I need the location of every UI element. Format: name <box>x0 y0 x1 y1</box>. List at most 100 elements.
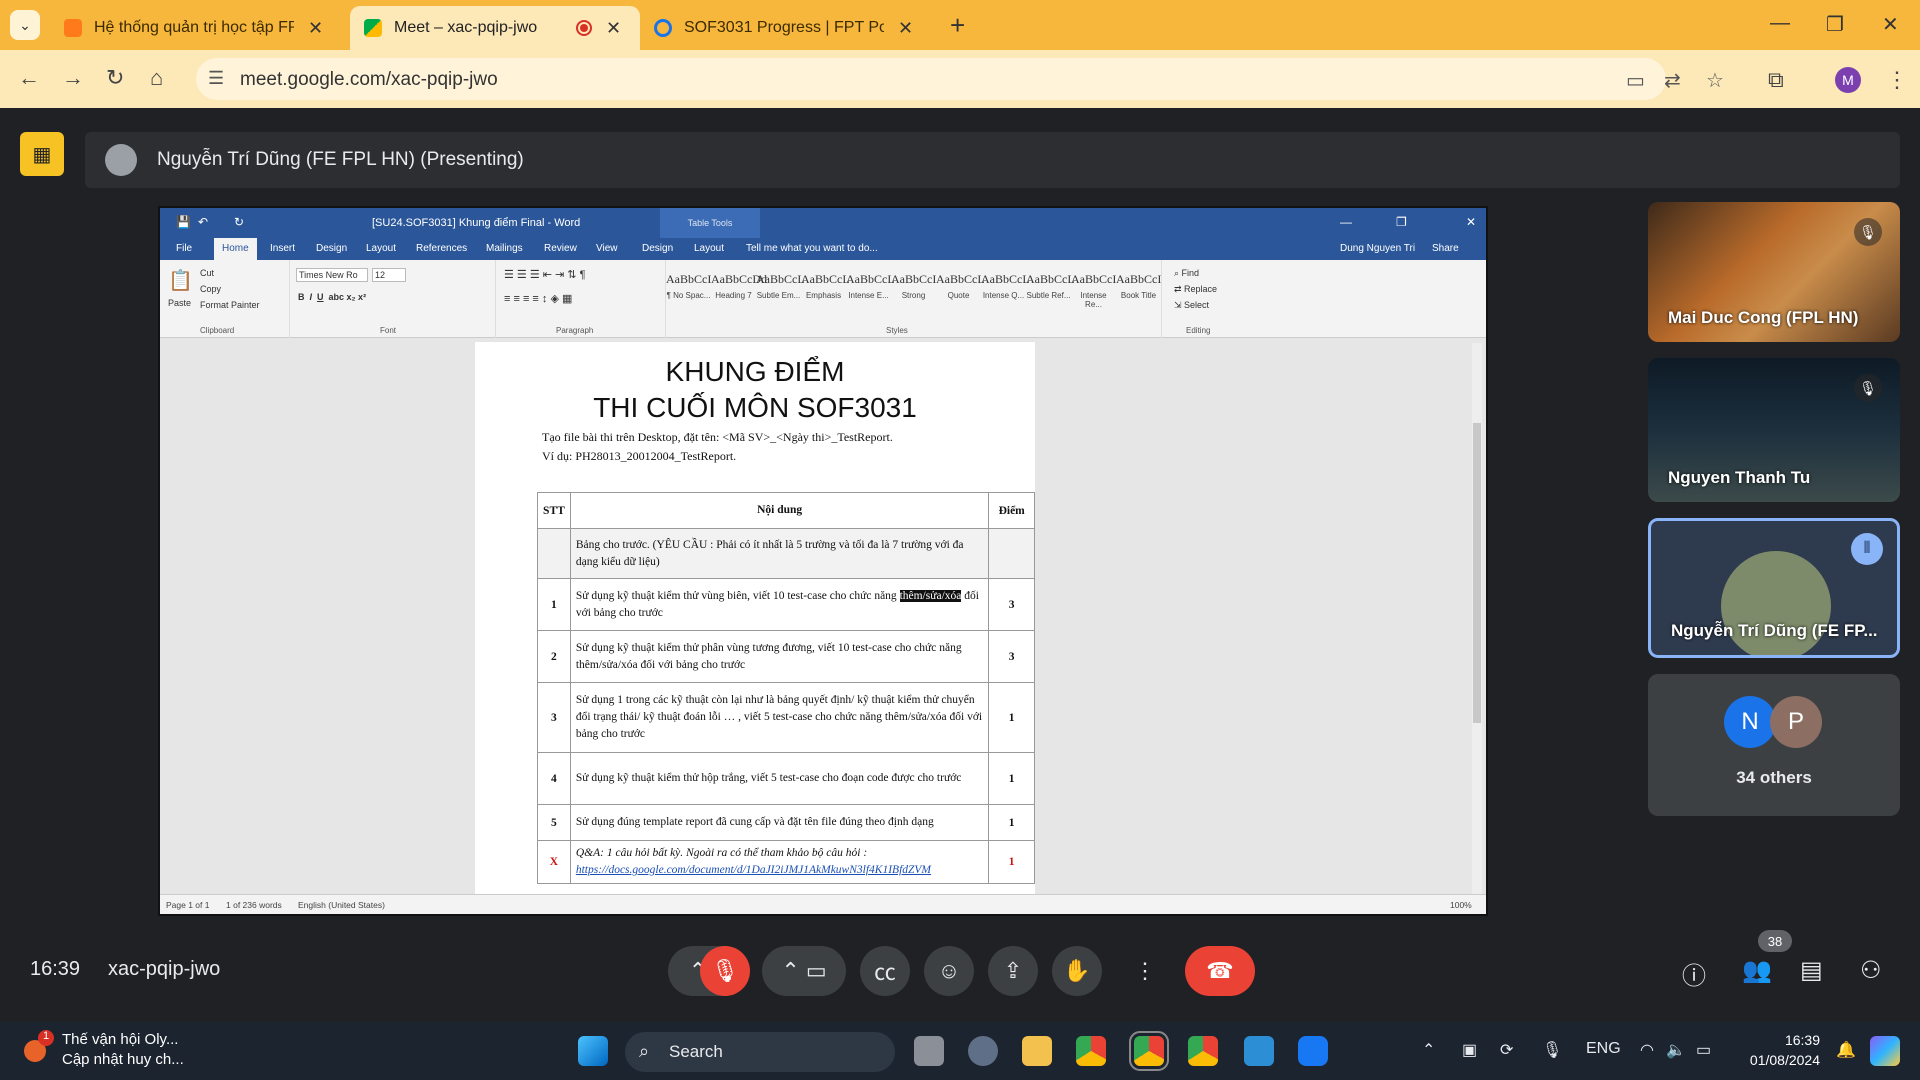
presenter-avatar <box>105 144 137 176</box>
notifications-icon[interactable]: 🔔 <box>1836 1040 1856 1060</box>
mic-off-icon: 🎙 <box>1854 218 1882 246</box>
mic-off-icon: 🎙 <box>711 958 739 983</box>
menu-insert: Insert <box>270 243 296 254</box>
menu-design: Design <box>316 243 348 254</box>
progress-favicon-icon <box>654 19 672 37</box>
site-info-icon[interactable]: ☰ <box>208 68 224 89</box>
tray-app-icon[interactable]: ▣ <box>1462 1040 1477 1060</box>
presentation-icon[interactable]: ▦ <box>20 132 64 176</box>
mic-toggle-button[interactable]: 🎙 <box>700 946 750 996</box>
close-tab-icon[interactable]: ✕ <box>308 18 323 39</box>
save-icon: 💾 <box>176 215 191 229</box>
menu-table-layout: Layout <box>694 243 725 254</box>
close-tab-icon[interactable]: ✕ <box>898 18 913 39</box>
menu-review: Review <box>544 243 577 254</box>
browser-tab-strip: ⌄ Hệ thống quản trị học tập FPT P ✕ Meet… <box>0 0 1920 50</box>
style-preset: AaBbCcL Quote <box>936 272 985 300</box>
participant-tile[interactable]: 🎙 Mai Duc Cong (FPL HN) <box>1648 202 1900 342</box>
word-menu: File Home Insert Design Layout Reference… <box>160 238 1486 260</box>
windows-taskbar: 1 Thế vận hội Oly... Cập nhật huy ch... … <box>0 1022 1920 1080</box>
avatar: P <box>1770 696 1822 748</box>
reload-icon[interactable]: ↻ <box>106 65 124 91</box>
word-minimize-icon: — <box>1340 215 1352 229</box>
browser-toolbar: ← → ↻ ⌂ ☰ meet.google.com/xac-pqip-jwo ▭… <box>0 50 1920 108</box>
wifi-icon[interactable]: ◠ <box>1640 1040 1654 1060</box>
camera-toggle-button[interactable]: ⌃ ▭ <box>762 946 846 996</box>
news-badge: 1 <box>38 1030 54 1046</box>
tab-progress[interactable]: SOF3031 Progress | FPT Polytec ✕ <box>640 6 940 50</box>
meeting-clock: 16:39 <box>30 958 81 980</box>
chat-icon[interactable]: ▤ <box>1800 956 1823 985</box>
camera-icon[interactable]: ▭ <box>1626 68 1645 93</box>
chevron-up-icon[interactable]: ⌃ <box>1422 1040 1435 1060</box>
chevron-down-icon: ⌄ <box>19 16 31 33</box>
presenter-bar: Nguyễn Trí Dũng (FE FPL HN) (Presenting) <box>85 132 1900 188</box>
participant-tile[interactable]: 🎙 Nguyen Thanh Tu <box>1648 358 1900 502</box>
menu-home: Home <box>214 238 257 260</box>
table-row: Bảng cho trước. (YÊU CẦU : Phải có ít nh… <box>537 528 1035 579</box>
tab-search-button[interactable]: ⌄ <box>10 10 40 40</box>
url-text: meet.google.com/xac-pqip-jwo <box>240 69 498 90</box>
others-tile[interactable]: N P 34 others <box>1648 674 1900 816</box>
tab-meet[interactable]: Meet – xac-pqip-jwo ✕ <box>350 6 640 50</box>
profile-avatar[interactable]: M <box>1835 67 1861 93</box>
word-close-icon: ✕ <box>1466 215 1477 229</box>
chrome-profile-icon[interactable] <box>1188 1036 1218 1066</box>
minimize-icon[interactable]: — <box>1770 12 1790 35</box>
more-options-button[interactable]: ⋮ <box>1120 946 1170 996</box>
participant-avatar <box>1721 551 1831 655</box>
tab-lms[interactable]: Hệ thống quản trị học tập FPT P ✕ <box>50 6 350 50</box>
settings-icon[interactable] <box>968 1036 998 1066</box>
menu-references: References <box>416 243 468 254</box>
reactions-button[interactable]: ☺ <box>924 946 974 996</box>
zalo-icon[interactable] <box>1298 1036 1328 1066</box>
chrome-icon[interactable] <box>1076 1036 1106 1066</box>
address-bar[interactable]: ☰ meet.google.com/xac-pqip-jwo ▭ ⇄ ☆ <box>196 58 1724 100</box>
extensions-icon[interactable]: ⧉ <box>1768 67 1784 93</box>
restore-icon[interactable]: ❐ <box>1826 12 1844 37</box>
table-row: 2 Sử dụng kỹ thuật kiểm thử phân vùng tư… <box>537 630 1035 683</box>
start-windows-icon[interactable] <box>578 1036 608 1066</box>
home-icon[interactable]: ⌂ <box>150 65 163 91</box>
volume-icon[interactable]: 🔈 <box>1666 1040 1686 1060</box>
sync-icon[interactable]: ⟳ <box>1500 1040 1513 1060</box>
battery-icon[interactable]: ▭ <box>1696 1040 1711 1060</box>
news-widget[interactable]: Thế vận hội Oly... Cập nhật huy ch... <box>62 1030 184 1070</box>
word-restore-icon: ❐ <box>1396 215 1407 229</box>
input-language[interactable]: ENG <box>1586 1040 1621 1058</box>
translate-icon[interactable]: ⇄ <box>1664 68 1681 93</box>
people-icon[interactable]: 👥 <box>1742 956 1772 985</box>
table-header-row: STT Nội dung Điểm <box>537 492 1035 529</box>
participant-tile-active[interactable]: ⦀ Nguyễn Trí Dũng (FE FP... <box>1648 518 1900 658</box>
present-button[interactable]: ⇪ <box>988 946 1038 996</box>
taskbar-search[interactable]: ⌕ Search <box>625 1032 895 1072</box>
bookmark-star-icon[interactable]: ☆ <box>1706 68 1724 93</box>
new-tab-icon[interactable]: + <box>950 10 965 41</box>
captions-icon: ㏄ <box>873 960 896 985</box>
chrome-active-icon[interactable] <box>1129 1031 1169 1071</box>
doc-title-line1: KHUNG ĐIỂM <box>665 356 845 387</box>
microphone-icon[interactable]: 🎙 <box>1542 1040 1562 1060</box>
activities-icon[interactable]: ⚇ <box>1860 956 1882 985</box>
task-view-icon[interactable] <box>914 1036 944 1066</box>
emoji-icon: ☺ <box>937 958 961 983</box>
raise-hand-button[interactable]: ✋ <box>1052 946 1102 996</box>
fpt-favicon-icon <box>64 19 82 37</box>
word-scrollbar <box>1472 343 1482 903</box>
avatar: N <box>1724 696 1776 748</box>
back-icon[interactable]: ← <box>18 65 40 91</box>
info-icon[interactable]: ⓘ <box>1682 956 1706 991</box>
style-preset: AaBbCcI ¶ No Spac... <box>666 272 712 300</box>
taskbar-clock[interactable]: 16:39 01/08/2024 <box>1730 1030 1820 1070</box>
close-tab-icon[interactable]: ✕ <box>606 18 621 39</box>
captions-button[interactable]: ㏄ <box>860 946 910 996</box>
vscode-icon[interactable] <box>1244 1036 1274 1066</box>
leave-call-button[interactable]: ☎ <box>1185 946 1255 996</box>
presenter-label: Nguyễn Trí Dũng (FE FPL HN) (Presenting) <box>157 149 524 170</box>
copilot-icon[interactable] <box>1870 1036 1900 1066</box>
close-window-icon[interactable]: ✕ <box>1882 12 1899 37</box>
more-menu-icon[interactable]: ⋮ <box>1886 67 1908 93</box>
doc-example: Ví dụ: PH28013_20012004_TestReport. <box>542 449 737 463</box>
file-explorer-icon[interactable] <box>1022 1036 1052 1066</box>
forward-icon[interactable]: → <box>62 65 84 91</box>
